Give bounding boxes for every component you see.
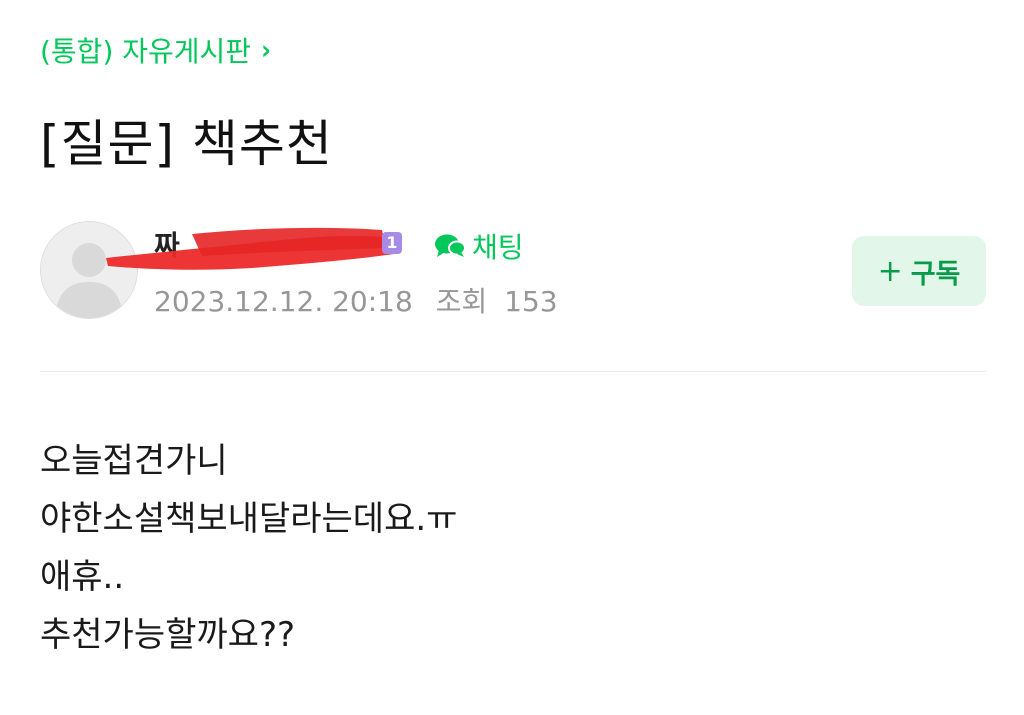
default-avatar-icon[interactable] (40, 221, 138, 319)
redaction-mark (106, 227, 394, 270)
post-content: 오늘접견가니 야한소설책보내달라는데요.ㅠ 애휴.. 추천가능할까요?? (40, 432, 457, 664)
content-line: 오늘접견가니 (40, 441, 228, 481)
plus-icon: + (877, 253, 903, 289)
post-title: [질문] 책추천 (40, 115, 333, 173)
author-name[interactable]: 짜 (154, 224, 180, 264)
chat-bubble-icon (435, 234, 466, 257)
content-line: 추천가능할까요?? (40, 615, 296, 655)
views-label: 조회 (435, 285, 488, 318)
board-breadcrumb-link[interactable]: (통합) 자유게시판 › (40, 30, 271, 70)
level-badge: 1 (382, 232, 402, 254)
divider (40, 371, 986, 372)
chevron-right-icon: › (261, 34, 271, 66)
post-page: (통합) 자유게시판 › [질문] 책추천 짜 1 채팅 2023.12.12.… (0, 0, 1024, 715)
content-line: 야한소설책보내달라는데요.ㅠ (40, 499, 458, 539)
subscribe-label: 구독 (910, 258, 961, 290)
content-line: 애휴.. (40, 557, 125, 597)
chat-button[interactable]: 채팅 (434, 226, 524, 266)
post-date: 2023.12.12. 20:18 (154, 285, 413, 318)
author-row: 짜 1 채팅 2023.12.12. 20:18 조회 153 + 구독 (40, 220, 986, 322)
chat-label: 채팅 (472, 231, 524, 264)
subscribe-button[interactable]: + 구독 (852, 236, 986, 306)
post-meta: 2023.12.12. 20:18 조회 153 (154, 280, 558, 320)
views-count: 153 (504, 285, 558, 318)
board-name: (통합) 자유게시판 (40, 35, 252, 68)
